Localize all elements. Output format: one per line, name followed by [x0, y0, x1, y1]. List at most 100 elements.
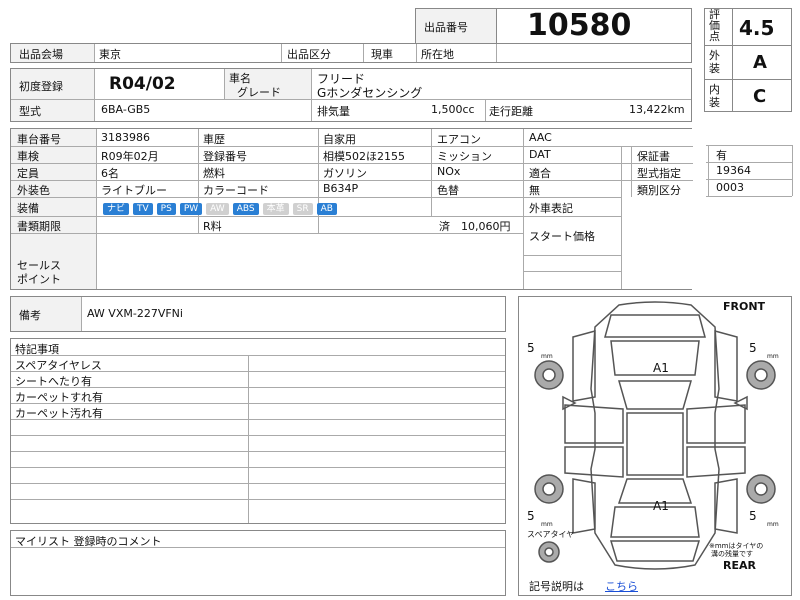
lot-number-label-cell: 出品番号 [415, 8, 497, 44]
equipment-badge: AW [206, 203, 229, 215]
tire-depth-fl: 5 [527, 341, 535, 355]
inspection-label: 車検 [17, 150, 39, 163]
sales-point-label: セールス ポイント [17, 259, 61, 286]
overall-grade-label: 評価点 [709, 9, 720, 42]
chassis: 3183986 [101, 131, 150, 144]
tire-unit-rr: mm [767, 521, 779, 528]
recolor: 無 [529, 184, 540, 197]
class-code: 0003 [716, 181, 744, 194]
ac-label: エアコン [437, 133, 481, 146]
history-label: 車歴 [203, 133, 225, 146]
legend-label: 記号説明は [529, 580, 584, 593]
warranty-label: 保証書 [637, 150, 670, 163]
equipment-badge: TV [133, 203, 153, 215]
category: 現車 [371, 48, 393, 61]
nox: 適合 [529, 167, 551, 180]
spec-grid: 車台番号 3183986 車歴 自家用 エアコン AAC 車検 R09年02月 … [10, 128, 709, 290]
special-notes: 特記事項 スペアタイヤレス シートへたり有 カーペットすれ有 カーペット汚れ有 [10, 338, 506, 524]
exterior-grade-label: 外装 [709, 49, 720, 75]
fuel-label: 燃料 [203, 167, 225, 180]
venue-row: 出品会場 東京 出品区分 現車 所在地 [10, 43, 692, 63]
model: 6BA-GB5 [101, 103, 151, 116]
tire-note-line2: 溝の残量です [711, 550, 753, 558]
equipment-badge: ABS [232, 203, 259, 215]
color-label: 外装色 [17, 184, 50, 197]
warranty: 有 [716, 149, 727, 162]
mileage-label: 走行距離 [489, 105, 533, 118]
capacity-label: 定員 [17, 167, 39, 180]
category-label: 出品区分 [287, 48, 331, 61]
mileage: 13,422km [629, 103, 685, 116]
tire-unit-rl: mm [541, 521, 553, 528]
remarks-label: 備考 [19, 309, 41, 322]
equipment-badge: PS [156, 203, 176, 215]
grade-panel: 評価点 4.5 外装 A 内装 C [704, 8, 792, 112]
equipment-label: 装備 [17, 202, 39, 215]
plate: 相模502ほ2155 [323, 150, 405, 163]
equipment-badge: PW [179, 203, 203, 215]
equipment-badges: ナビ TV PS PW AW ABS 本革 SR AB [103, 201, 341, 215]
plate-label: 登録番号 [203, 150, 247, 163]
color-code-label: カラーコード [203, 184, 269, 197]
location-label: 所在地 [421, 48, 454, 61]
tire-depth-fr: 5 [749, 341, 757, 355]
transmission: DAT [529, 148, 551, 161]
color: ライトブルー [101, 184, 167, 197]
grade-label: グレード [237, 86, 281, 99]
lot-number-cell: 10580 [496, 8, 692, 44]
history: 自家用 [323, 133, 356, 146]
venue-label: 出品会場 [19, 48, 63, 61]
class-label: 類別区分 [637, 184, 681, 197]
fuel: ガソリン [323, 167, 367, 180]
ac: AAC [529, 131, 552, 144]
inspection: R09年02月 [101, 150, 159, 163]
overall-grade: 4.5 [739, 16, 775, 40]
nox-label: NOx [437, 165, 461, 178]
damage-mark-rear: A1 [653, 499, 669, 513]
damage-diagram: FRONT REAR A1 A1 5 mm 5 mm 5 mm 5 mm スペア… [518, 296, 792, 596]
remarks-value: AW VXM-227VFNi [87, 307, 183, 320]
color-code: B634P [323, 182, 359, 195]
legend-link[interactable]: こちら [605, 578, 638, 594]
tire-depth-rl: 5 [527, 509, 535, 523]
docs-label: 書類期限 [17, 220, 61, 233]
mylist-comment: マイリスト 登録時のコメント [10, 530, 506, 596]
displacement: 1,500cc [431, 103, 475, 116]
type-designation-label: 型式指定 [637, 167, 681, 180]
first-reg-label: 初度登録 [19, 80, 63, 93]
tire-unit-fl: mm [541, 353, 553, 360]
special-note-item: シートへたり有 [15, 375, 92, 388]
special-note-item: スペアタイヤレス [15, 359, 102, 372]
first-reg: R04/02 [109, 74, 176, 94]
type-designation: 19364 [716, 164, 751, 177]
start-price-label: スタート価格 [529, 230, 595, 243]
damage-mark-front: A1 [653, 361, 669, 375]
remarks-row: 備考 AW VXM-227VFNi [10, 296, 506, 332]
interior-grade-label: 内装 [709, 83, 720, 109]
chassis-label: 車台番号 [17, 133, 61, 146]
tire-depth-rr: 5 [749, 509, 757, 523]
equipment-badge: SR [292, 203, 313, 215]
rear-label: REAR [723, 559, 756, 572]
recycle-amount: 10,060円 [461, 220, 511, 233]
displacement-label: 排気量 [317, 105, 350, 118]
recycle-label: R料 [203, 220, 222, 233]
model-label: 型式 [19, 105, 41, 118]
special-note-item: カーペット汚れ有 [15, 407, 103, 420]
special-note-item: カーペットすれ有 [15, 391, 103, 404]
foreign-label: 外車表記 [529, 202, 573, 215]
tire-unit-fr: mm [767, 353, 779, 360]
equipment-badge: 本革 [262, 203, 289, 215]
interior-grade: C [753, 86, 767, 107]
front-label: FRONT [723, 300, 766, 313]
vehicle-block: 初度登録 R04/02 車名 グレード フリード Gホンダセンシング 型式 6B… [10, 68, 692, 122]
recycle-status: 済 [439, 220, 450, 233]
capacity: 6名 [101, 167, 119, 180]
lot-number: 10580 [527, 8, 632, 43]
exterior-grade: A [753, 52, 767, 73]
spare-tire-label: スペアタイヤ [527, 530, 575, 539]
venue: 東京 [99, 48, 121, 61]
equipment-badge: AB [316, 203, 337, 215]
equipment-badge: ナビ [103, 203, 130, 215]
recolor-label: 色替 [437, 184, 459, 197]
